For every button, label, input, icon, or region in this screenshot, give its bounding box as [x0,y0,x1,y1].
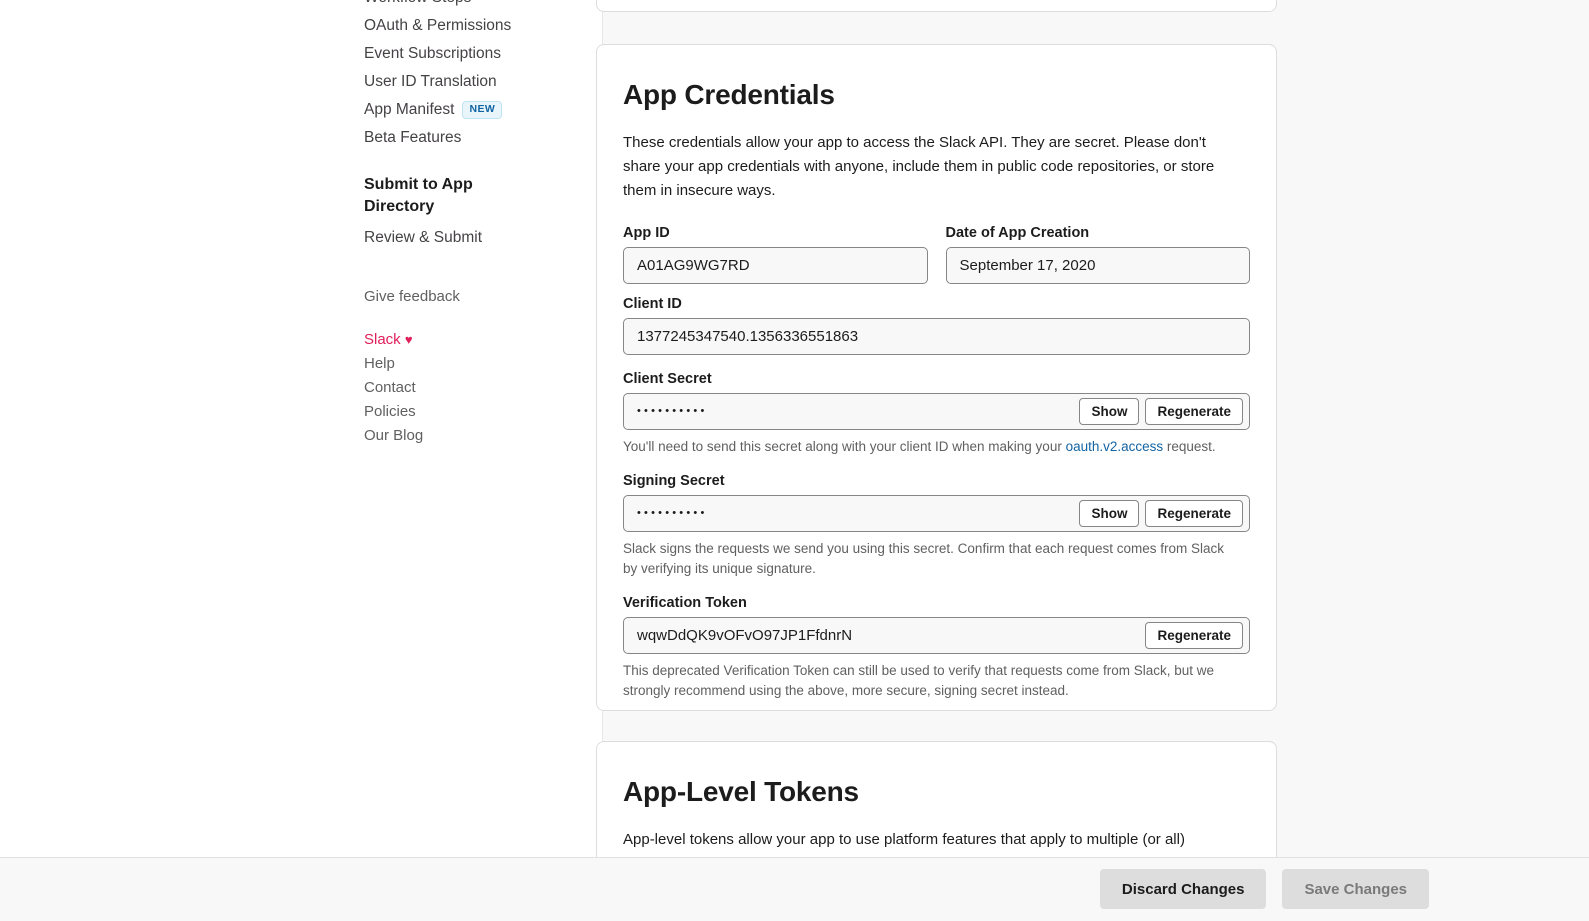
signing-secret-label: Signing Secret [623,473,725,489]
app-id-input-shell[interactable]: A01AG9WG7RD [623,247,928,284]
sidebar-item-beta-features[interactable]: Beta Features [364,124,574,152]
sidebar-item-label: User ID Translation [364,73,497,90]
signing-secret-show-button[interactable]: Show [1079,500,1140,527]
signing-secret-input-shell[interactable]: •••••••••• Show Regenerate [623,495,1250,532]
sidebar-item-label: Workflow Steps [364,0,471,6]
page-scroll-viewport: Workflow Steps OAuth & Permissions Event… [0,0,1589,857]
footer-link-policies[interactable]: Policies [364,400,564,424]
sidebar-item-review-submit[interactable]: Review & Submit [364,224,574,252]
verification-token-label: Verification Token [623,595,747,611]
sidebar-item-label: Event Subscriptions [364,45,501,62]
client-secret-helper-before: You'll need to send this secret along wi… [623,439,1066,454]
client-id-field-group: Client ID 1377245347540.1356336551863 [623,296,1250,355]
sidebar-nav: Workflow Steps OAuth & Permissions Event… [0,0,602,857]
verification-token-helper: This deprecated Verification Token can s… [623,663,1215,698]
new-badge: NEW [462,101,503,119]
sidebar-item-workflow-steps[interactable]: Workflow Steps [364,0,574,12]
signing-secret-actions: Show Regenerate [1079,500,1243,527]
signing-secret-regenerate-button[interactable]: Regenerate [1145,500,1243,527]
action-buttons-group: Discard Changes Save Changes [1099,869,1429,909]
verification-token-field-group: Verification Token wqwDdQK9vOFvO97JP1Ffd… [623,595,1250,701]
app-level-tokens-card: App-Level Tokens App-level tokens allow … [596,741,1277,857]
client-secret-field-group: Client Secret •••••••••• Show Regenerate… [623,371,1250,457]
app-root: Workflow Steps OAuth & Permissions Event… [0,0,1589,921]
sidebar-section-submit-to-app-directory: Submit to App Directory [364,174,494,218]
oauth-v2-access-link[interactable]: oauth.v2.access [1066,439,1164,454]
app-id-and-date-row: App ID A01AG9WG7RD Date of App Creation … [623,225,1250,284]
app-level-tokens-description: App-level tokens allow your app to use p… [623,831,1185,848]
sidebar-item-event-subscriptions[interactable]: Event Subscriptions [364,40,574,68]
client-secret-masked-value: •••••••••• [637,405,708,417]
verification-token-input-shell[interactable]: wqwDdQK9vOFvO97JP1FfdnrN Regenerate [623,617,1250,654]
save-action-bar: Discard Changes Save Changes [0,857,1589,921]
client-secret-input-shell[interactable]: •••••••••• Show Regenerate [623,393,1250,430]
creation-date-label: Date of App Creation [945,225,1090,241]
sidebar-item-label: OAuth & Permissions [364,17,512,34]
client-secret-actions: Show Regenerate [1079,398,1243,425]
sidebar-item-app-manifest[interactable]: App Manifest NEW [364,96,574,124]
verification-token-regenerate-button[interactable]: Regenerate [1145,622,1243,649]
sidebar-section-label: Submit to App Directory [364,176,473,215]
app-id-field-group: App ID A01AG9WG7RD [623,225,928,284]
main-content: App Credentials These credentials allow … [596,0,1589,857]
verification-token-actions: Regenerate [1145,622,1243,649]
signing-secret-helper: Slack signs the requests we send you usi… [623,541,1225,576]
app-level-tokens-title: App-Level Tokens [623,776,859,807]
client-secret-helper: You'll need to send this secret along wi… [623,437,1241,457]
sidebar-item-label: App Manifest [364,101,455,118]
discard-changes-button[interactable]: Discard Changes [1099,869,1267,909]
creation-date-input-shell[interactable]: September 17, 2020 [945,247,1250,284]
previous-card-partial [596,0,1277,12]
client-id-value: 1377245347540.1356336551863 [637,328,859,345]
footer-link-help[interactable]: Help [364,352,564,376]
sidebar-footer: Give feedback Slack ♥ Help Contact Polic… [364,286,564,448]
sidebar-item-label: Review & Submit [364,229,483,246]
signing-secret-field-group: Signing Secret •••••••••• Show Regenerat… [623,473,1250,579]
app-id-value: A01AG9WG7RD [637,257,750,274]
footer-link-our-blog[interactable]: Our Blog [364,424,564,448]
app-credentials-card: App Credentials These credentials allow … [596,44,1277,711]
client-secret-helper-after: request. [1163,439,1216,454]
sidebar-item-label: Beta Features [364,129,462,146]
footer-link-label: Slack [364,331,401,348]
sidebar-item-user-id-translation[interactable]: User ID Translation [364,68,574,96]
footer-link-slack[interactable]: Slack ♥ [364,328,564,352]
footer-link-contact[interactable]: Contact [364,376,564,400]
client-id-input-shell[interactable]: 1377245347540.1356336551863 [623,318,1250,355]
signing-secret-masked-value: •••••••••• [637,507,708,519]
creation-date-field-group: Date of App Creation September 17, 2020 [945,225,1250,284]
creation-date-value: September 17, 2020 [959,257,1096,274]
heart-icon: ♥ [404,332,413,347]
app-id-label: App ID [623,225,670,241]
sidebar-nav-list: Workflow Steps OAuth & Permissions Event… [364,0,574,252]
give-feedback-link[interactable]: Give feedback [364,286,564,308]
client-secret-regenerate-button[interactable]: Regenerate [1145,398,1243,425]
page-title: App Credentials [623,79,835,110]
client-id-label: Client ID [623,296,682,312]
client-secret-label: Client Secret [623,371,712,387]
app-credentials-description: These credentials allow your app to acce… [623,134,1215,199]
save-changes-button[interactable]: Save Changes [1282,869,1429,909]
client-secret-show-button[interactable]: Show [1079,398,1140,425]
verification-token-value: wqwDdQK9vOFvO97JP1FfdnrN [637,627,853,644]
sidebar-item-oauth-permissions[interactable]: OAuth & Permissions [364,12,574,40]
